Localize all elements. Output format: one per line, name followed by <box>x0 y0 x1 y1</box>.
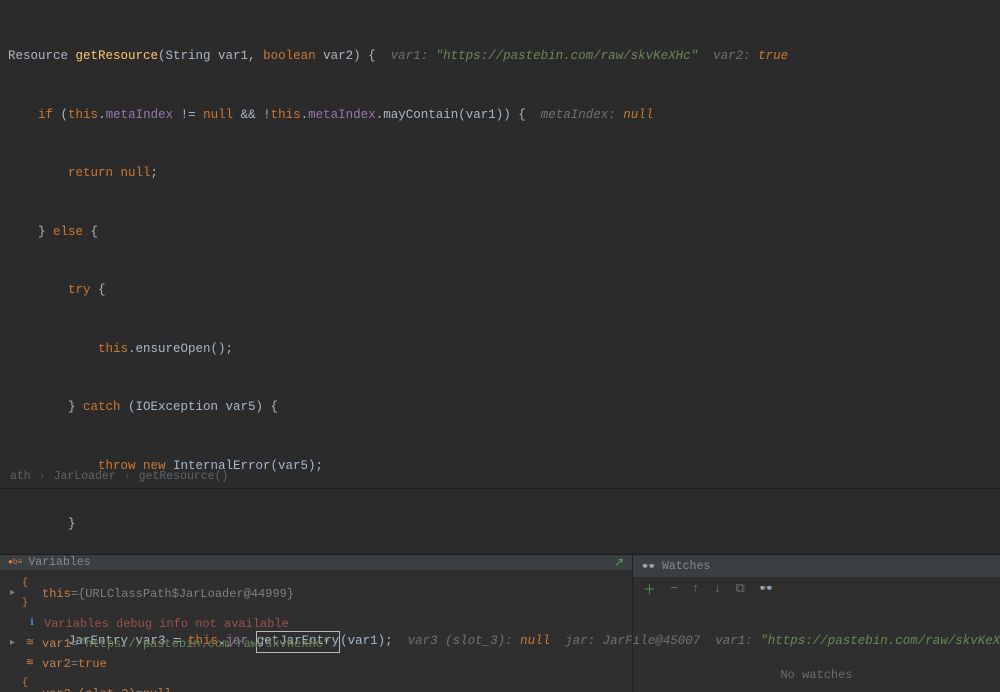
code-token: } <box>8 223 53 243</box>
code-token: Resource <box>8 47 76 67</box>
inline-hint: var2: <box>698 47 758 67</box>
code-token: this <box>68 106 98 126</box>
inline-hint: null <box>623 106 653 126</box>
inline-hint: true <box>758 47 788 67</box>
editor-blank-area <box>0 489 1000 554</box>
code-line: } catch (IOException var5) { <box>0 398 1000 418</box>
variable-value: "https://pastebin.com/raw/skvKeXHc" <box>78 634 330 654</box>
variable-name: var2 <box>42 654 71 674</box>
expand-icon[interactable]: ▸ <box>10 634 22 654</box>
remove-watch-button[interactable]: − <box>670 581 678 596</box>
code-editor[interactable]: Resource getResource(String var1, boolea… <box>0 0 1000 465</box>
code-token: (String var1, <box>158 47 263 67</box>
chevron-right-icon: › <box>120 470 135 483</box>
variable-name: var3 (slot_3) <box>42 684 136 692</box>
code-token: catch <box>83 398 121 418</box>
code-line: try { <box>0 281 1000 301</box>
code-token: && ! <box>233 106 271 126</box>
add-watch-button[interactable]: ＋ <box>643 579 656 598</box>
debug-panel: ●b≡ Variables ↗ ▸ { } this = {URLClassPa… <box>0 554 1000 692</box>
code-token <box>8 281 68 301</box>
variable-equals: = <box>71 654 78 674</box>
variable-message: Variables debug info not available <box>44 614 289 634</box>
variable-equals: = <box>71 584 78 604</box>
code-token: var2) { <box>316 47 376 67</box>
expand-icon[interactable]: ▸ <box>10 584 22 604</box>
variable-row[interactable]: ▸ { } this = {URLClassPath$JarLoader@449… <box>6 574 626 614</box>
code-token: boolean <box>263 47 316 67</box>
code-token: metaIndex <box>106 106 174 126</box>
code-token: .ensureOpen(); <box>128 340 233 360</box>
variable-row: ℹ Variables debug info not available <box>6 614 626 634</box>
variables-pane-header: ●b≡ Variables ↗ <box>0 555 632 570</box>
no-watches-label: No watches <box>633 599 1000 692</box>
variable-row[interactable]: ▸ ≋ var1 = "https://pastebin.com/raw/skv… <box>6 634 626 654</box>
variable-row[interactable]: { } var3 (slot_3) = null <box>6 674 626 692</box>
code-token: } <box>8 398 83 418</box>
watches-toolbar: ＋ − ↑ ↓ ⧉ 👓 <box>633 577 1000 599</box>
variable-row[interactable]: ≋ var2 = true <box>6 654 626 674</box>
breadcrumb-item[interactable]: getResource() <box>135 470 233 483</box>
code-line: if (this.metaIndex != null && !this.meta… <box>0 106 1000 126</box>
variable-equals: = <box>136 684 143 692</box>
code-token: this <box>98 340 128 360</box>
inline-hint: var1: <box>376 47 436 67</box>
breadcrumb-item[interactable]: ath <box>6 470 35 483</box>
glasses-icon[interactable]: 👓 <box>759 581 774 596</box>
code-token <box>8 164 68 184</box>
code-token: .mayContain(var1)) { <box>376 106 526 126</box>
code-token <box>8 106 38 126</box>
code-token: (IOException var5) { <box>121 398 279 418</box>
code-token: null <box>203 106 233 126</box>
code-token: { <box>83 223 98 243</box>
code-line: } else { <box>0 223 1000 243</box>
code-token: ; <box>151 164 159 184</box>
move-down-button[interactable]: ↓ <box>714 581 722 596</box>
variables-icon: ●b≡ <box>8 558 22 567</box>
chevron-right-icon: › <box>35 470 50 483</box>
primitive-icon: ≋ <box>22 654 38 674</box>
variable-value: {URLClassPath$JarLoader@44999} <box>78 584 294 604</box>
code-token: { <box>91 281 106 301</box>
info-icon: ℹ <box>24 614 40 634</box>
inline-hint: "https://pastebin.com/raw/skvKeXHc" <box>436 47 699 67</box>
watches-pane: 👓 Watches ＋ − ↑ ↓ ⧉ 👓 No watches <box>633 555 1000 692</box>
primitive-icon: ≋ <box>22 634 38 654</box>
code-token: else <box>53 223 83 243</box>
code-token: != <box>173 106 203 126</box>
variable-name: var1 <box>42 634 71 654</box>
watches-title: Watches <box>662 560 710 573</box>
open-in-new-icon[interactable]: ↗ <box>614 555 624 570</box>
breadcrumb-item[interactable]: JarLoader <box>50 470 120 483</box>
object-icon: { } <box>22 674 38 692</box>
glasses-icon: 👓 <box>641 559 656 574</box>
code-token: this <box>271 106 301 126</box>
code-token: try <box>68 281 91 301</box>
no-watches-text: No watches <box>780 668 852 682</box>
inline-hint: metaIndex: <box>526 106 624 126</box>
code-token: getResource <box>76 47 159 67</box>
code-token: return null <box>68 164 151 184</box>
code-line: this.ensureOpen(); <box>0 340 1000 360</box>
variable-name: this <box>42 584 71 604</box>
code-line: Resource getResource(String var1, boolea… <box>0 47 1000 67</box>
variable-value: true <box>78 654 107 674</box>
code-token: } <box>8 515 76 535</box>
move-up-button[interactable]: ↑ <box>692 581 700 596</box>
variable-equals: = <box>71 634 78 654</box>
code-line: return null; <box>0 164 1000 184</box>
code-token: . <box>301 106 309 126</box>
code-token: ( <box>53 106 68 126</box>
code-token: . <box>98 106 106 126</box>
watches-pane-header: 👓 Watches <box>633 555 1000 577</box>
variables-pane: ●b≡ Variables ↗ ▸ { } this = {URLClassPa… <box>0 555 633 692</box>
code-token: metaIndex <box>308 106 376 126</box>
code-token: if <box>38 106 53 126</box>
variable-value: null <box>143 684 172 692</box>
object-icon: { } <box>22 574 38 614</box>
copy-button[interactable]: ⧉ <box>735 581 744 596</box>
code-token <box>8 340 98 360</box>
variables-title: Variables <box>28 556 90 569</box>
variables-list[interactable]: ▸ { } this = {URLClassPath$JarLoader@449… <box>0 570 632 692</box>
